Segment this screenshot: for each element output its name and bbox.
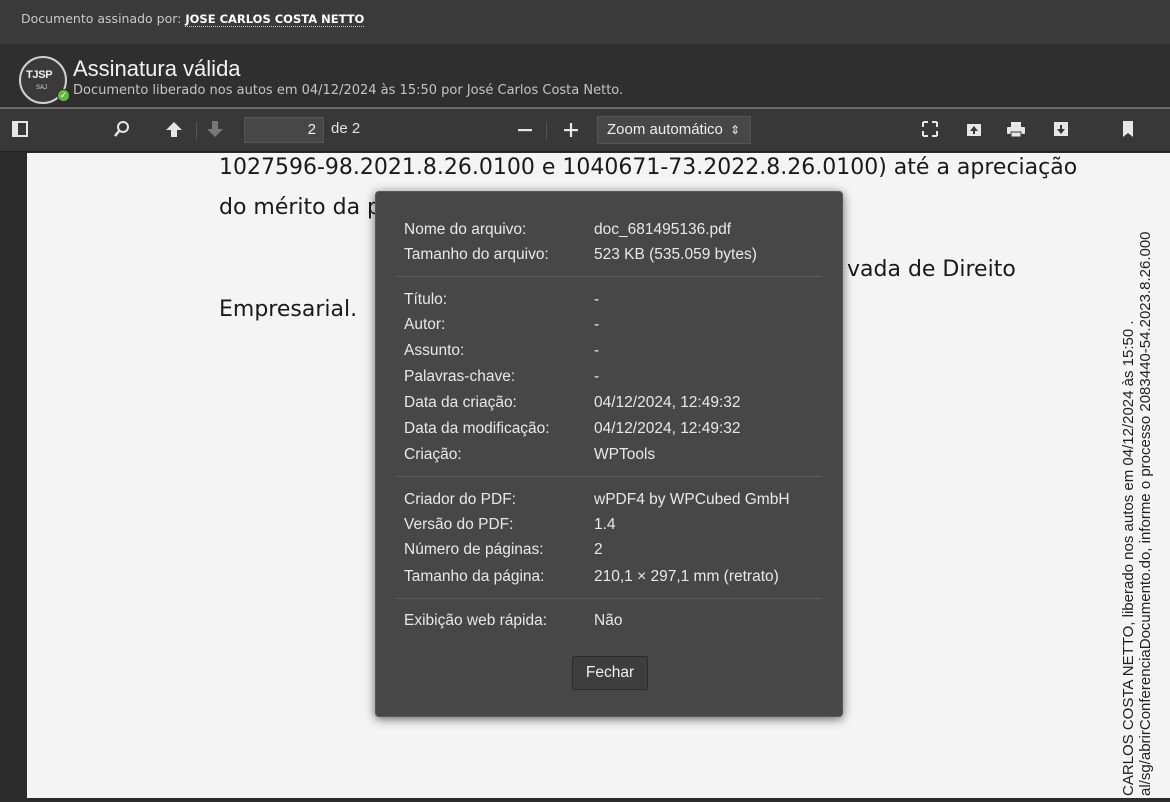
property-row: Autor: - [404,316,599,334]
sidebar-toggle-icon[interactable] [10,120,30,140]
page-count-label: de 2 [331,120,361,137]
property-row: Versão do PDF: 1.4 [404,516,616,534]
property-row: Exibição web rápida: Não [404,612,622,630]
valid-check-icon: ✓ [57,89,70,102]
presentation-mode-icon[interactable] [920,120,940,140]
property-value: - [594,291,600,308]
document-text-line: vada de Direito [847,257,1016,282]
download-icon[interactable] [1051,120,1071,140]
zoom-in-icon[interactable] [561,120,581,140]
divider [396,476,822,477]
margin-validation-text: al/sg/abrirConferenciaDocumento.do, info… [1137,231,1154,796]
signed-by-prefix: Documento assinado por: [21,11,186,26]
document-properties-dialog: Nome do arquivo: doc_681495136.pdf Tamanh… [375,191,843,717]
signed-by-text: Documento assinado por: JOSE CARLOS COST… [21,11,365,27]
page-number-input[interactable]: 2 [244,117,324,143]
property-value: - [594,368,600,385]
document-text-line: do mérito da p [219,195,382,220]
property-label: Tamanho da página: [404,568,545,585]
select-arrows-icon: ⇕ [729,123,740,137]
next-page-icon[interactable] [205,120,225,140]
property-row: Criador do PDF: wPDF4 by WPCubed GmbH [404,491,790,509]
seal-subtext: SAJ [36,85,48,91]
property-row: Título: - [404,291,599,309]
previous-page-icon[interactable] [164,120,184,140]
property-value: WPTools [594,446,656,463]
property-label: Título: [404,291,448,308]
search-icon[interactable] [112,120,132,140]
pdf-toolbar [0,109,1170,152]
signed-by-bar: Documento assinado por: JOSE CARLOS COST… [0,0,1170,44]
divider [396,276,822,277]
property-label: Data da criação: [404,394,517,411]
close-button[interactable]: Fechar [572,656,648,690]
property-label: Tamanho do arquivo: [404,246,549,263]
property-value: 04/12/2024, 12:49:32 [594,420,741,437]
signature-status-title: Assinatura válida [73,56,241,81]
property-row: Tamanho do arquivo: 523 KB (535.059 bytes… [404,246,757,264]
signer-name-link[interactable]: JOSE CARLOS COSTA NETTO [185,12,365,27]
signature-panel: TJSP SAJ ✓ Assinatura válida Documento l… [0,44,1170,109]
property-label: Palavras-chave: [404,368,516,385]
property-value: 2 [594,541,603,558]
property-row: Número de páginas: 2 [404,541,603,559]
print-icon[interactable] [1006,120,1026,140]
zoom-out-icon[interactable] [515,120,535,140]
zoom-select-value: Zoom automático [607,121,723,138]
margin-validation-text: CARLOS COSTA NETTO, liberado nos autos e… [1120,320,1137,796]
property-label: Exibição web rápida: [404,612,548,629]
property-row: Palavras-chave: - [404,368,599,386]
property-label: Criador do PDF: [404,491,516,508]
property-row: Assunto: - [404,342,599,360]
property-row: Data da modificação: 04/12/2024, 12:49:32 [404,420,741,438]
zoom-select[interactable]: Zoom automático ⇕ [597,116,751,144]
property-row: Data da criação: 04/12/2024, 12:49:32 [404,394,741,412]
property-value: 523 KB (535.059 bytes) [594,246,757,263]
property-row: Tamanho da página: 210,1 × 297,1 mm (retr… [404,568,779,586]
property-label: Versão do PDF: [404,516,514,533]
document-text-line: Empresarial. [219,297,358,322]
property-label: Criação: [404,446,462,463]
tjsp-seal-logo: TJSP SAJ ✓ [19,56,70,104]
toolbar-separator [546,122,547,140]
divider [396,598,822,599]
property-value: 1.4 [594,516,616,533]
property-value: 04/12/2024, 12:49:32 [594,394,741,411]
property-value: wPDF4 by WPCubed GmbH [594,491,790,508]
bookmark-icon[interactable] [1118,120,1138,140]
property-label: Nome do arquivo: [404,221,527,238]
seal-text: TJSP [26,69,53,81]
open-file-icon[interactable] [964,120,984,140]
property-label: Número de páginas: [404,541,544,558]
property-value: - [594,316,600,333]
property-value: Não [594,612,623,629]
property-label: Autor: [404,316,446,333]
property-row: Nome do arquivo: doc_681495136.pdf [404,221,731,239]
property-value: doc_681495136.pdf [594,221,732,238]
property-label: Assunto: [404,342,465,359]
signature-status-subtitle: Documento liberado nos autos em 04/12/20… [73,83,624,98]
property-value: - [594,342,600,359]
document-text-line: 1027596-98.2021.8.26.0100 e 1040671-73.2… [219,155,1078,180]
property-value: 210,1 × 297,1 mm (retrato) [594,568,779,585]
toolbar-separator [196,122,197,140]
property-row: Criação: WPTools [404,446,655,464]
property-label: Data da modificação: [404,420,550,437]
